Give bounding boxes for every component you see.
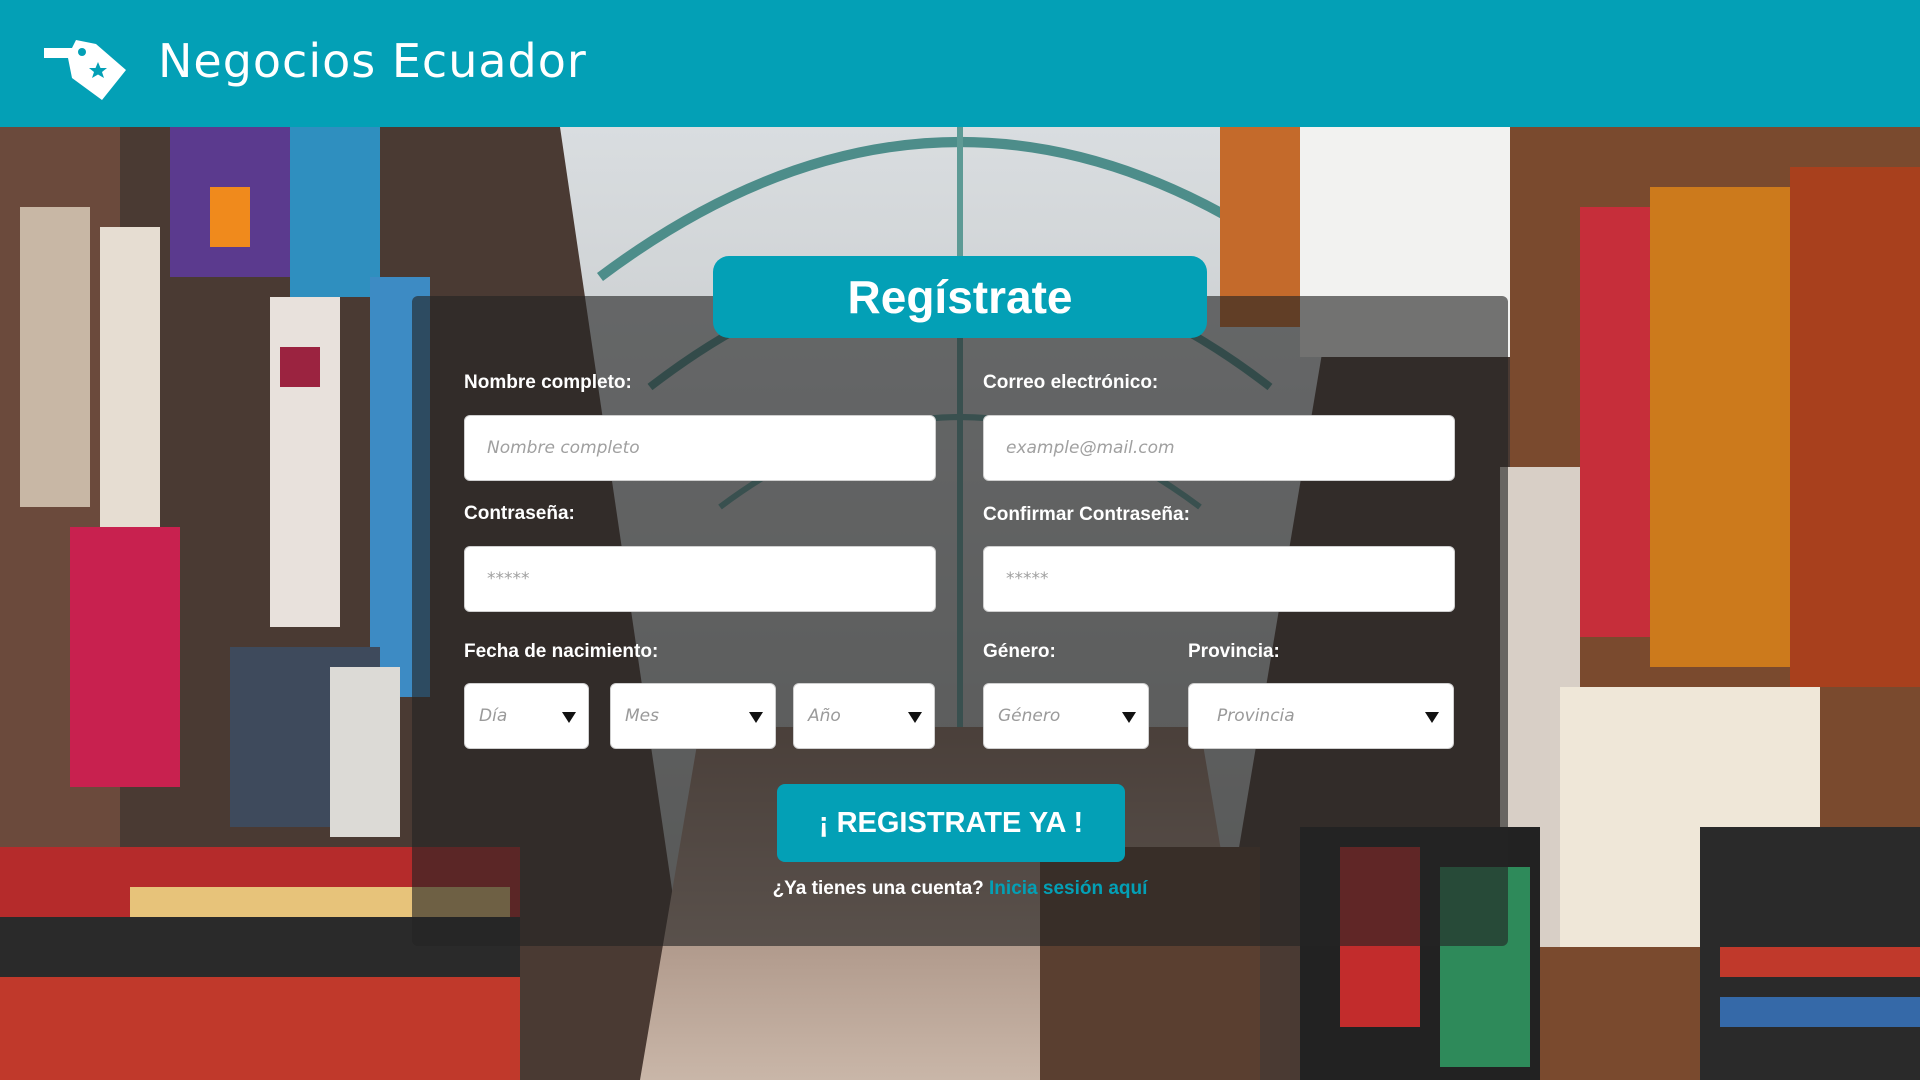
register-submit-button[interactable]: ¡ REGISTRATE YA ! (777, 784, 1125, 862)
birthdate-label: Fecha de nacimiento: (464, 641, 659, 662)
confirm-password-label: Confirmar Contraseña: (983, 504, 1190, 525)
brand-name[interactable]: Negocios Ecuador (158, 34, 587, 88)
price-tag-star-icon (44, 40, 126, 100)
login-prompt-row: ¿Ya tienes una cuenta? Inicia sesión aqu… (660, 878, 1260, 900)
gender-label: Género: (983, 641, 1056, 662)
day-select-value: Día (479, 706, 508, 726)
gender-select-value: Género (998, 706, 1061, 726)
top-header: Negocios Ecuador (0, 0, 1920, 127)
chevron-down-icon (1122, 712, 1136, 723)
email-input[interactable] (983, 415, 1455, 481)
province-select-value: Provincia (1217, 706, 1295, 726)
chevron-down-icon (908, 712, 922, 723)
confirm-password-input[interactable] (983, 546, 1455, 612)
month-select[interactable]: Mes (610, 683, 776, 749)
province-select[interactable]: Provincia (1188, 683, 1454, 749)
chevron-down-icon (562, 712, 576, 723)
full-name-input[interactable] (464, 415, 936, 481)
year-select[interactable]: Año (793, 683, 935, 749)
gender-select[interactable]: Género (983, 683, 1149, 749)
email-label: Correo electrónico: (983, 372, 1159, 393)
month-select-value: Mes (625, 706, 659, 726)
name-label: Nombre completo: (464, 372, 632, 393)
chevron-down-icon (1425, 712, 1439, 723)
login-prompt-text: ¿Ya tienes una cuenta? (772, 878, 984, 899)
password-label: Contraseña: (464, 503, 575, 524)
day-select[interactable]: Día (464, 683, 589, 749)
login-link[interactable]: Inicia sesión aquí (989, 878, 1147, 899)
province-label: Provincia: (1188, 641, 1280, 662)
chevron-down-icon (749, 712, 763, 723)
form-title: Regístrate (713, 256, 1207, 338)
year-select-value: Año (808, 706, 841, 726)
password-input[interactable] (464, 546, 936, 612)
